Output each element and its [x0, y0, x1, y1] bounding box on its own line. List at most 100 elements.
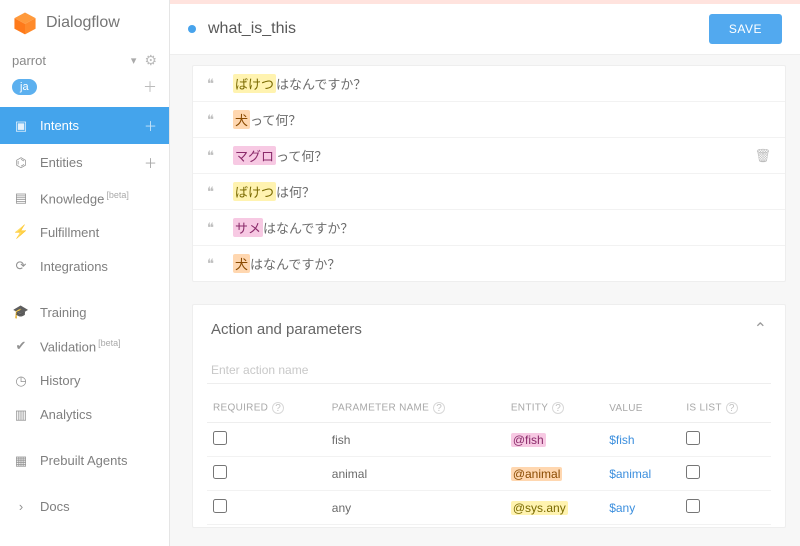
- entity-highlight[interactable]: サメ: [233, 218, 263, 237]
- help-icon[interactable]: ?: [433, 402, 445, 414]
- entity-chip[interactable]: @animal: [511, 467, 563, 481]
- quote-icon: ❝: [207, 148, 223, 164]
- agent-name: parrot: [12, 53, 127, 68]
- entity-chip[interactable]: @fish: [511, 433, 546, 447]
- training-phrase-text[interactable]: 犬って何？: [233, 110, 771, 129]
- required-checkbox[interactable]: [213, 499, 227, 513]
- help-icon[interactable]: ?: [552, 402, 564, 414]
- islist-cell: [680, 491, 771, 525]
- training-phrase-row[interactable]: ❝ばけつは何？🗑: [193, 173, 785, 209]
- prebuilt-icon: ▦: [12, 453, 30, 469]
- training-phrase-text[interactable]: ばけつは何？: [233, 182, 771, 201]
- language-pill[interactable]: ja: [12, 79, 37, 95]
- training-phrase-row[interactable]: ❝サメはなんですか？🗑: [193, 209, 785, 245]
- action-name-input[interactable]: [207, 357, 771, 384]
- sidebar-item-label: Docs: [40, 499, 157, 514]
- training-phrase-row[interactable]: ❝ マグロって何？ 🗑: [193, 137, 785, 173]
- required-cell: [207, 457, 326, 491]
- add-language-button[interactable]: ＋: [143, 77, 157, 97]
- agent-selector[interactable]: parrot ▾ ⚙: [0, 46, 169, 77]
- docs-icon: ›: [12, 499, 30, 514]
- col-required: REQUIRED?: [207, 394, 326, 423]
- sidebar-item-label: Validation[beta]: [40, 338, 157, 354]
- training-phrase-row[interactable]: ❝犬って何？🗑: [193, 101, 785, 137]
- save-button[interactable]: SAVE: [709, 14, 782, 44]
- param-name-cell[interactable]: any: [326, 491, 505, 525]
- quote-icon: ❝: [207, 220, 223, 236]
- param-name-cell[interactable]: animal: [326, 457, 505, 491]
- sidebar-item-validation[interactable]: ✔ Validation[beta]: [0, 329, 169, 363]
- gear-icon[interactable]: ⚙: [144, 52, 157, 69]
- intent-body: ❝ばけつはなんですか？🗑❝犬って何？🗑❝マグロって何？🗑❝ばけつは何？🗑❝サメは…: [170, 55, 800, 546]
- add-icon[interactable]: ＋: [144, 116, 157, 135]
- param-entity-cell[interactable]: @sys.any: [505, 491, 603, 525]
- parameters-header-row: REQUIRED? PARAMETER NAME? ENTITY? VALUE …: [207, 394, 771, 423]
- sidebar-item-intents[interactable]: ▣Intents＋: [0, 107, 169, 144]
- col-islist: IS LIST?: [680, 394, 771, 423]
- param-entity-cell[interactable]: @animal: [505, 457, 603, 491]
- quote-icon: ❝: [207, 112, 223, 128]
- quote-icon: ❝: [207, 184, 223, 200]
- knowledge-icon: ▤: [12, 190, 30, 206]
- entity-highlight[interactable]: マグロ: [233, 146, 276, 165]
- islist-checkbox[interactable]: [686, 465, 700, 479]
- col-name: PARAMETER NAME?: [326, 394, 505, 423]
- training-phrase-text[interactable]: 犬はなんですか？: [233, 254, 771, 273]
- quote-icon: ❝: [207, 256, 223, 272]
- section-title: Action and parameters: [211, 321, 362, 338]
- sidebar-item-training[interactable]: 🎓Training: [0, 295, 169, 329]
- intents-icon: ▣: [12, 118, 30, 134]
- required-checkbox[interactable]: [213, 431, 227, 445]
- param-value-cell[interactable]: $fish: [603, 423, 680, 457]
- parameter-row: animal @animal $animal: [207, 457, 771, 491]
- add-icon[interactable]: ＋: [144, 153, 157, 172]
- chevron-down-icon: ▾: [131, 54, 137, 67]
- help-icon[interactable]: ?: [272, 402, 284, 414]
- sidebar-item-knowledge[interactable]: ▤Knowledge[beta]: [0, 181, 169, 215]
- help-icon[interactable]: ?: [726, 402, 738, 414]
- parameter-row: any @sys.any $any: [207, 491, 771, 525]
- sidebar-item-integrations[interactable]: ⟳Integrations: [0, 249, 169, 283]
- entity-highlight[interactable]: ばけつ: [233, 74, 276, 93]
- sidebar-item-label: Entities: [40, 155, 134, 170]
- logo-icon: [12, 10, 38, 36]
- language-row: ja ＋: [0, 77, 169, 107]
- entity-highlight[interactable]: 犬: [233, 254, 250, 273]
- sidebar-item-history[interactable]: ◷History: [0, 364, 169, 398]
- param-entity-cell[interactable]: @fish: [505, 423, 603, 457]
- fulfill-icon: ⚡: [12, 224, 30, 240]
- sidebar-item-entities[interactable]: ⌬Entities＋: [0, 144, 169, 181]
- validate-icon: ✔: [12, 338, 30, 354]
- training-phrase-text[interactable]: マグロって何？: [233, 146, 744, 165]
- training-phrase-text[interactable]: ばけつはなんですか？: [233, 74, 771, 93]
- integrate-icon: ⟳: [12, 258, 30, 274]
- sidebar-item-label: Fulfillment: [40, 225, 157, 240]
- entity-highlight[interactable]: ばけつ: [233, 182, 276, 201]
- delete-icon[interactable]: 🗑: [754, 148, 771, 164]
- logo-row: Dialogflow: [0, 0, 169, 46]
- sidebar-item-fulfillment[interactable]: ⚡ Fulfillment: [0, 215, 169, 249]
- islist-checkbox[interactable]: [686, 499, 700, 513]
- section-header[interactable]: Action and parameters ⌃: [193, 305, 785, 349]
- status-dot: [188, 25, 196, 33]
- training-phrases-list: ❝ばけつはなんですか？🗑❝犬って何？🗑❝マグロって何？🗑❝ばけつは何？🗑❝サメは…: [192, 65, 786, 282]
- training-phrase-row[interactable]: ❝ばけつはなんですか？🗑: [193, 66, 785, 101]
- required-checkbox[interactable]: [213, 465, 227, 479]
- islist-checkbox[interactable]: [686, 431, 700, 445]
- training-phrase-text[interactable]: サメはなんですか？: [233, 218, 771, 237]
- param-value-cell[interactable]: $any: [603, 491, 680, 525]
- sidebar-item-analytics[interactable]: ▥Analytics: [0, 398, 169, 432]
- param-name-cell[interactable]: fish: [326, 423, 505, 457]
- col-value: VALUE: [603, 394, 680, 423]
- intent-title: what_is_this: [208, 20, 296, 38]
- entity-highlight[interactable]: 犬: [233, 110, 250, 129]
- sidebar-item-prebuilt-agents[interactable]: ▦Prebuilt Agents: [0, 444, 169, 478]
- sidebar-item-docs[interactable]: › Docs: [0, 490, 169, 523]
- training-phrase-row[interactable]: ❝犬はなんですか？🗑: [193, 245, 785, 281]
- collapse-icon[interactable]: ⌃: [754, 319, 767, 339]
- required-cell: [207, 423, 326, 457]
- entity-chip[interactable]: @sys.any: [511, 501, 568, 515]
- action-parameters-section: Action and parameters ⌃ REQUIRED? PARAME…: [192, 304, 786, 528]
- analytics-icon: ▥: [12, 407, 30, 423]
- param-value-cell[interactable]: $animal: [603, 457, 680, 491]
